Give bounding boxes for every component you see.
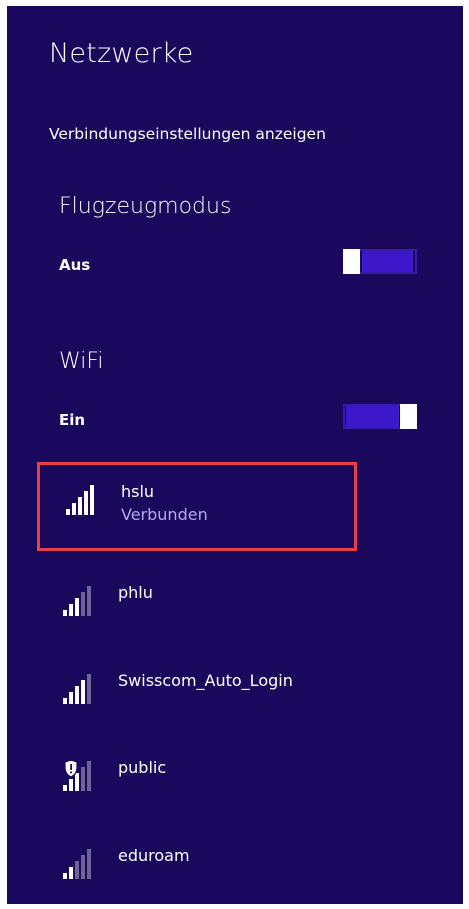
network-name: eduroam	[118, 846, 190, 865]
airplane-mode-state-label: Aus	[59, 256, 91, 274]
wifi-toggle[interactable]	[343, 404, 417, 429]
toggle-thumb	[343, 249, 360, 274]
network-name: Swisscom_Auto_Login	[118, 671, 293, 690]
network-status: Verbunden	[121, 505, 208, 524]
toggle-fill	[346, 406, 399, 427]
network-item-swisscom-auto-login[interactable]: Swisscom_Auto_Login	[37, 654, 357, 734]
airplane-mode-title: Flugzeugmodus	[59, 194, 232, 219]
toggle-thumb	[400, 404, 417, 429]
network-item-hslu[interactable]: hslu Verbunden	[37, 462, 357, 551]
wifi-signal-shield-icon	[63, 761, 91, 791]
connection-settings-link[interactable]: Verbindungseinstellungen anzeigen	[49, 125, 326, 143]
networks-panel: Netzwerke Verbindungseinstellungen anzei…	[7, 6, 463, 904]
wifi-signal-icon	[63, 674, 91, 704]
network-item-public[interactable]: public	[37, 741, 357, 821]
network-name: public	[118, 758, 167, 777]
network-item-phlu[interactable]: phlu	[37, 566, 357, 646]
wifi-signal-icon	[66, 485, 94, 515]
wifi-title: WiFi	[59, 349, 104, 374]
wifi-signal-icon	[63, 586, 91, 616]
network-name: phlu	[118, 583, 153, 602]
wifi-state-label: Ein	[59, 411, 86, 429]
network-name: hslu	[121, 482, 155, 501]
network-item-eduroam[interactable]: eduroam	[37, 829, 357, 904]
wifi-signal-icon	[63, 849, 91, 879]
panel-title: Netzwerke	[49, 38, 194, 69]
airplane-mode-toggle[interactable]	[343, 249, 417, 274]
toggle-fill	[362, 251, 413, 272]
